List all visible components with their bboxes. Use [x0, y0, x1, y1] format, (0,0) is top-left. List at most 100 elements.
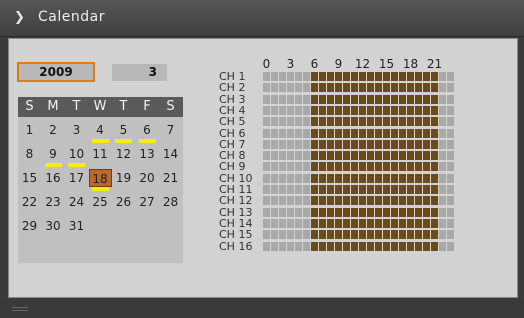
- empty-hour-cell[interactable]: [287, 162, 294, 172]
- empty-hour-cell[interactable]: [303, 173, 310, 183]
- empty-hour-cell[interactable]: [263, 162, 270, 172]
- empty-hour-cell[interactable]: [271, 139, 278, 149]
- recorded-hour-cell[interactable]: [415, 117, 422, 127]
- recorded-hour-cell[interactable]: [327, 241, 334, 251]
- empty-hour-cell[interactable]: [447, 83, 454, 93]
- recorded-hour-cell[interactable]: [343, 241, 350, 251]
- recorded-hour-cell[interactable]: [415, 162, 422, 172]
- recorded-hour-cell[interactable]: [423, 218, 430, 228]
- recorded-hour-cell[interactable]: [391, 105, 398, 115]
- empty-hour-cell[interactable]: [303, 83, 310, 93]
- recorded-hour-cell[interactable]: [399, 128, 406, 138]
- recorded-hour-cell[interactable]: [359, 105, 366, 115]
- empty-hour-cell[interactable]: [263, 72, 270, 81]
- day-cell[interactable]: 16: [42, 169, 65, 187]
- empty-hour-cell[interactable]: [271, 105, 278, 115]
- recorded-hour-cell[interactable]: [343, 128, 350, 138]
- day-cell[interactable]: 17: [65, 169, 88, 187]
- empty-hour-cell[interactable]: [271, 83, 278, 93]
- day-cell[interactable]: 30: [42, 217, 65, 235]
- recorded-hour-cell[interactable]: [431, 139, 438, 149]
- empty-hour-cell[interactable]: [447, 94, 454, 104]
- recorded-hour-cell[interactable]: [351, 128, 358, 138]
- recorded-hour-cell[interactable]: [335, 83, 342, 93]
- empty-hour-cell[interactable]: [295, 218, 302, 228]
- recorded-hour-cell[interactable]: [367, 105, 374, 115]
- recorded-hour-cell[interactable]: [431, 94, 438, 104]
- day-cell[interactable]: 25: [89, 193, 112, 211]
- empty-hour-cell[interactable]: [447, 105, 454, 115]
- recorded-hour-cell[interactable]: [399, 72, 406, 81]
- recorded-hour-cell[interactable]: [359, 128, 366, 138]
- empty-hour-cell[interactable]: [447, 207, 454, 217]
- empty-hour-cell[interactable]: [287, 207, 294, 217]
- recorded-hour-cell[interactable]: [335, 218, 342, 228]
- recorded-hour-cell[interactable]: [335, 94, 342, 104]
- day-cell[interactable]: 3: [65, 121, 88, 139]
- recorded-hour-cell[interactable]: [367, 139, 374, 149]
- recorded-hour-cell[interactable]: [335, 128, 342, 138]
- empty-hour-cell[interactable]: [295, 72, 302, 81]
- recorded-hour-cell[interactable]: [391, 173, 398, 183]
- empty-hour-cell[interactable]: [271, 94, 278, 104]
- recorded-hour-cell[interactable]: [375, 117, 382, 127]
- recorded-hour-cell[interactable]: [407, 207, 414, 217]
- recorded-hour-cell[interactable]: [351, 196, 358, 206]
- recorded-hour-cell[interactable]: [399, 162, 406, 172]
- recorded-hour-cell[interactable]: [335, 185, 342, 194]
- empty-hour-cell[interactable]: [303, 218, 310, 228]
- recorded-hour-cell[interactable]: [375, 128, 382, 138]
- recorded-hour-cell[interactable]: [375, 139, 382, 149]
- recorded-hour-cell[interactable]: [335, 72, 342, 81]
- recorded-hour-cell[interactable]: [311, 105, 318, 115]
- day-cell[interactable]: 19: [112, 169, 135, 187]
- empty-hour-cell[interactable]: [295, 185, 302, 194]
- empty-hour-cell[interactable]: [447, 139, 454, 149]
- recorded-hour-cell[interactable]: [351, 105, 358, 115]
- recorded-hour-cell[interactable]: [391, 196, 398, 206]
- recorded-hour-cell[interactable]: [319, 151, 326, 161]
- channel-label[interactable]: CH 5: [219, 116, 263, 127]
- recorded-hour-cell[interactable]: [383, 139, 390, 149]
- channel-label[interactable]: CH 16: [219, 241, 263, 252]
- recorded-hour-cell[interactable]: [391, 117, 398, 127]
- empty-hour-cell[interactable]: [439, 207, 446, 217]
- day-cell[interactable]: 28: [159, 193, 182, 211]
- recorded-hour-cell[interactable]: [367, 117, 374, 127]
- empty-hour-cell[interactable]: [295, 94, 302, 104]
- empty-hour-cell[interactable]: [279, 83, 286, 93]
- recorded-hour-cell[interactable]: [383, 196, 390, 206]
- recorded-hour-cell[interactable]: [367, 173, 374, 183]
- empty-hour-cell[interactable]: [263, 185, 270, 194]
- recorded-hour-cell[interactable]: [399, 94, 406, 104]
- day-cell[interactable]: 1: [18, 121, 41, 139]
- recorded-hour-cell[interactable]: [335, 173, 342, 183]
- recorded-hour-cell[interactable]: [327, 151, 334, 161]
- empty-hour-cell[interactable]: [447, 185, 454, 194]
- empty-hour-cell[interactable]: [279, 128, 286, 138]
- empty-hour-cell[interactable]: [271, 162, 278, 172]
- empty-hour-cell[interactable]: [447, 128, 454, 138]
- empty-hour-cell[interactable]: [287, 218, 294, 228]
- month-field[interactable]: 3: [112, 64, 167, 81]
- empty-hour-cell[interactable]: [303, 105, 310, 115]
- recorded-hour-cell[interactable]: [431, 173, 438, 183]
- empty-hour-cell[interactable]: [263, 230, 270, 240]
- recorded-hour-cell[interactable]: [375, 185, 382, 194]
- recorded-hour-cell[interactable]: [335, 241, 342, 251]
- recorded-hour-cell[interactable]: [415, 128, 422, 138]
- empty-hour-cell[interactable]: [271, 185, 278, 194]
- recorded-hour-cell[interactable]: [319, 207, 326, 217]
- day-cell[interactable]: 31: [65, 217, 88, 235]
- recorded-hour-cell[interactable]: [431, 83, 438, 93]
- day-cell[interactable]: 11: [89, 145, 112, 163]
- empty-hour-cell[interactable]: [439, 94, 446, 104]
- recorded-hour-cell[interactable]: [351, 207, 358, 217]
- empty-hour-cell[interactable]: [447, 117, 454, 127]
- day-cell[interactable]: 7: [159, 121, 182, 139]
- recorded-hour-cell[interactable]: [407, 196, 414, 206]
- recorded-hour-cell[interactable]: [415, 230, 422, 240]
- recorded-hour-cell[interactable]: [367, 230, 374, 240]
- channel-label[interactable]: CH 12: [219, 195, 263, 206]
- recorded-hour-cell[interactable]: [367, 83, 374, 93]
